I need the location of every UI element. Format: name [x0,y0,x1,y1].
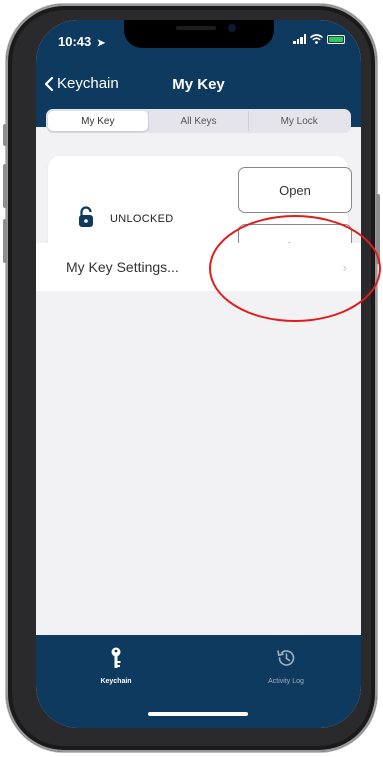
tab-all-keys-label: All Keys [180,115,217,127]
speaker [176,26,216,30]
key-icon [111,647,121,668]
tab-bar: Keychain Activity Log [36,635,361,728]
key-settings-row[interactable]: My Key Settings... › [36,243,361,291]
tabbar-label-keychain: Keychain [100,678,132,685]
phone-silent-switch [3,124,7,146]
tabbar-item-activity-log[interactable]: Activity Log [236,647,336,685]
front-camera [228,24,236,32]
open-button-label: Open [279,182,311,198]
app-screen: 10:43 ➤ Keychain My Key My Key All Keys … [36,20,361,728]
phone-volume-up [3,164,7,208]
status-time: 10:43 ➤ [58,34,105,49]
notch [124,20,274,48]
lock-status-label: UNLOCKED [110,213,174,225]
chevron-right-icon: › [342,259,347,275]
battery-icon [327,34,345,44]
tabbar-item-keychain[interactable]: Keychain [66,647,166,685]
phone-volume-down [3,219,7,263]
tab-my-key[interactable]: My Key [48,111,148,131]
cellular-signal-icon [293,34,306,44]
page-title: My Key [172,76,225,93]
unlocked-padlock-icon [79,206,93,227]
wifi-icon [310,34,323,44]
status-icons [293,34,345,44]
phone-power-button [376,194,380,264]
tab-my-lock-label: My Lock [280,115,318,127]
tab-my-lock[interactable]: My Lock [248,111,349,131]
key-settings-label: My Key Settings... [66,259,179,275]
tabbar-label-activity-log: Activity Log [268,678,304,685]
segmented-control: My Key All Keys My Lock [46,109,351,133]
home-indicator [148,712,248,716]
location-arrow-icon: ➤ [96,38,106,49]
tab-all-keys[interactable]: All Keys [147,111,249,131]
status-time-text: 10:43 [58,34,92,49]
tab-my-key-label: My Key [81,115,115,127]
open-button[interactable]: Open [238,167,352,213]
history-icon [277,650,295,666]
